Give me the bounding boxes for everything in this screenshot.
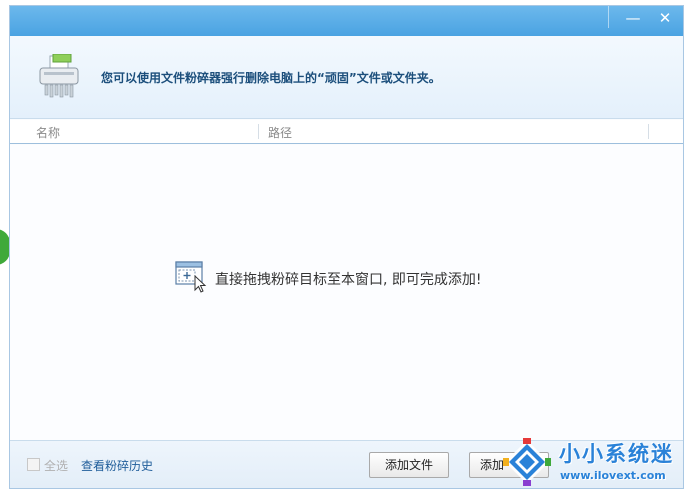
drop-hint-text: 直接拖拽粉碎目标至本窗口, 即可完成添加! — [215, 272, 482, 288]
column-path[interactable]: 路径 — [268, 124, 292, 141]
column-name[interactable]: 名称 — [36, 124, 60, 141]
file-shredder-window: — ✕ 您可以使用文件粉碎器强行删除电脑上的“顽固”文件或文件夹。 名称 路径 — [9, 5, 684, 489]
watermark-url: www.ilovext.com — [560, 469, 666, 482]
watermark-title: 小小系统迷 — [559, 442, 674, 466]
title-bar[interactable]: — ✕ — [10, 6, 683, 36]
shredder-icon — [39, 54, 79, 98]
info-header: 您可以使用文件粉碎器强行删除电脑上的“顽固”文件或文件夹。 — [10, 36, 683, 119]
close-button[interactable]: ✕ — [650, 6, 680, 31]
minimize-icon: — — [625, 9, 641, 27]
select-all-label[interactable]: 全选 — [44, 457, 68, 474]
select-all-checkbox[interactable] — [27, 458, 40, 471]
add-file-button[interactable]: 添加文件 — [369, 452, 449, 478]
column-divider[interactable] — [258, 124, 259, 139]
shred-history-link[interactable]: 查看粉碎历史 — [81, 457, 153, 474]
file-list-drop-area[interactable]: 直接拖拽粉碎目标至本窗口, 即可完成添加! — [10, 145, 683, 440]
minimize-button[interactable]: — — [618, 6, 648, 31]
title-bar-separator — [608, 6, 609, 28]
drop-hint: 直接拖拽粉碎目标至本窗口, 即可完成添加! — [175, 260, 535, 294]
close-icon: ✕ — [658, 9, 672, 27]
watermark-logo-icon — [503, 438, 551, 486]
site-watermark: 小小系统迷 www.ilovext.com — [497, 430, 689, 494]
drag-drop-icon — [175, 261, 207, 293]
list-column-header: 名称 路径 — [10, 120, 683, 144]
header-message: 您可以使用文件粉碎器强行删除电脑上的“顽固”文件或文件夹。 — [101, 71, 441, 85]
column-divider[interactable] — [648, 124, 649, 139]
